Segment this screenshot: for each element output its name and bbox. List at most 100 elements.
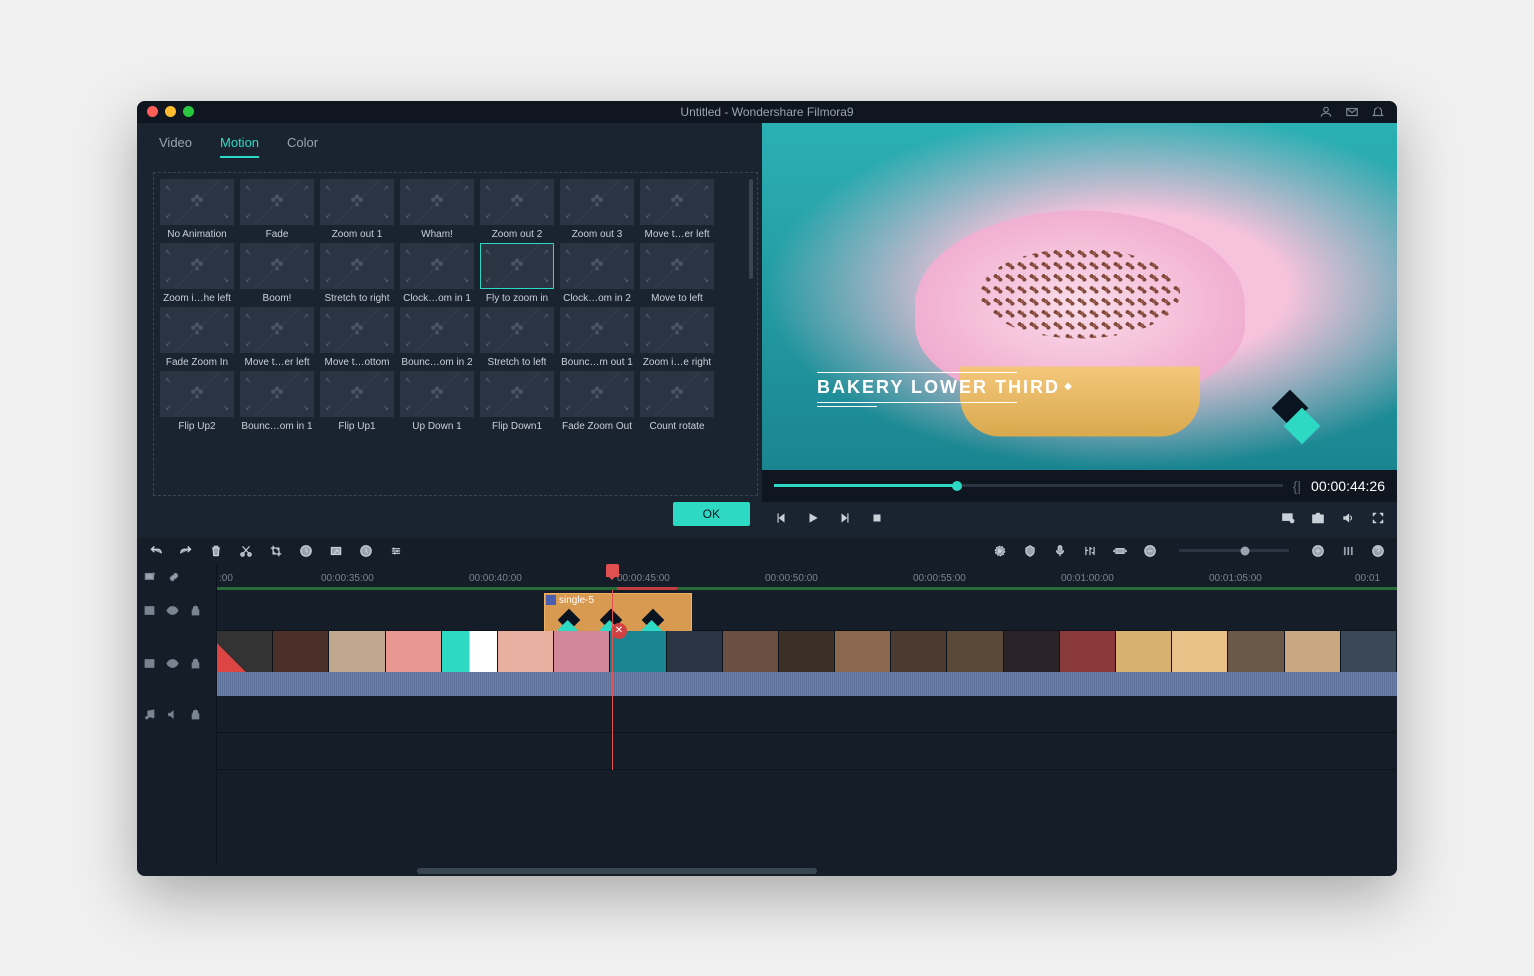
ruler-mark: :00	[219, 573, 233, 584]
title-bar: Untitled - Wondershare Filmora9	[137, 101, 1397, 123]
delete-icon[interactable]	[209, 544, 223, 558]
adjust-icon[interactable]	[389, 544, 403, 558]
preset-item[interactable]: ↖↗↙↘ Stretch to left	[478, 307, 556, 368]
audio-waveform[interactable]	[217, 672, 1397, 696]
tab-motion[interactable]: Motion	[220, 135, 259, 158]
preset-item[interactable]: ↖↗↙↘ Fly to zoom in	[478, 243, 556, 304]
zoom-slider[interactable]	[1179, 549, 1289, 552]
undo-icon[interactable]	[149, 544, 163, 558]
preset-item[interactable]: ↖↗↙↘ Zoom out 2	[478, 179, 556, 240]
notification-icon[interactable]	[1371, 105, 1385, 119]
preset-item[interactable]: ↖↗↙↘ Flip Up1	[318, 371, 396, 432]
preset-item[interactable]: ↖↗↙↘ Fade Zoom In	[158, 307, 236, 368]
speed-icon[interactable]	[299, 544, 313, 558]
video-track[interactable]: ✕	[217, 631, 1397, 696]
fullscreen-icon[interactable]	[1371, 511, 1385, 525]
maximize-button[interactable]	[183, 106, 194, 117]
preset-item[interactable]: ↖↗↙↘ Zoom out 1	[318, 179, 396, 240]
preset-label: Count rotate	[649, 421, 704, 432]
preview-viewport[interactable]: BAKERY LOWER THIRD ◆	[762, 123, 1397, 470]
preset-item[interactable]: ↖↗↙↘ Move t…er left	[238, 307, 316, 368]
stop-icon[interactable]	[870, 511, 884, 525]
cut-icon[interactable]	[239, 544, 253, 558]
close-button[interactable]	[147, 106, 158, 117]
preset-item[interactable]: ↖↗↙↘ Zoom out 3	[558, 179, 636, 240]
mixer-icon[interactable]	[1083, 544, 1097, 558]
preset-item[interactable]: ↖↗↙↘ Count rotate	[638, 371, 716, 432]
preset-item[interactable]: ↖↗↙↘ Fade Zoom Out	[558, 371, 636, 432]
zoom-out-icon[interactable]	[1143, 544, 1157, 558]
preset-item[interactable]: ↖↗↙↘ Flip Down1	[478, 371, 556, 432]
bracket-icon[interactable]: {|	[1293, 478, 1301, 494]
visibility-icon[interactable]	[166, 657, 179, 670]
preset-item[interactable]: ↖↗↙↘ Clock…om in 2	[558, 243, 636, 304]
marker-icon[interactable]	[1023, 544, 1037, 558]
lock-icon[interactable]	[189, 708, 202, 721]
preset-item[interactable]: ↖↗↙↘ Zoom i…he left	[158, 243, 236, 304]
preset-item[interactable]: ↖↗↙↘ Move to left	[638, 243, 716, 304]
preset-item[interactable]: ↖↗↙↘ Bounc…om in 1	[238, 371, 316, 432]
add-track-icon[interactable]	[143, 570, 157, 584]
mail-icon[interactable]	[1345, 105, 1359, 119]
step-backward-icon[interactable]	[774, 511, 788, 525]
preset-item[interactable]: ↖↗↙↘ Move t…ottom	[318, 307, 396, 368]
progress-bar[interactable]	[774, 484, 1283, 487]
tab-video[interactable]: Video	[159, 135, 192, 158]
video-clip[interactable]	[217, 631, 1397, 672]
zoom-in-icon[interactable]	[1311, 544, 1325, 558]
tab-color[interactable]: Color	[287, 135, 318, 158]
redo-icon[interactable]	[179, 544, 193, 558]
ripple-icon[interactable]	[1113, 544, 1127, 558]
display-settings-icon[interactable]	[1281, 511, 1295, 525]
preset-item[interactable]: ↖↗↙↘ Wham!	[398, 179, 476, 240]
voiceover-icon[interactable]	[1053, 544, 1067, 558]
step-forward-icon[interactable]	[838, 511, 852, 525]
color-icon[interactable]	[329, 544, 343, 558]
render-icon[interactable]	[993, 544, 1007, 558]
preset-label: Bounc…om in 1	[241, 421, 312, 432]
playhead[interactable]	[612, 590, 613, 770]
timeline-tracks[interactable]: :00 00:00:35:00 00:00:40:00 00:00:45:00 …	[217, 564, 1397, 866]
empty-track[interactable]	[217, 733, 1397, 770]
lock-icon[interactable]	[189, 604, 202, 617]
lower-third-text: BAKERY LOWER THIRD	[817, 376, 1060, 399]
preset-item[interactable]: ↖↗↙↘ Zoom i…e right	[638, 307, 716, 368]
delete-marker-icon[interactable]: ✕	[611, 623, 627, 639]
preset-item[interactable]: ↖↗↙↘ Move t…er left	[638, 179, 716, 240]
time-ruler[interactable]: :00 00:00:35:00 00:00:40:00 00:00:45:00 …	[217, 564, 1397, 590]
snapshot-icon[interactable]	[1311, 511, 1325, 525]
preset-label: Fade Zoom In	[166, 357, 228, 368]
preset-item[interactable]: ↖↗↙↘ Fade	[238, 179, 316, 240]
volume-icon[interactable]	[1341, 511, 1355, 525]
track-header-video	[137, 631, 216, 696]
preset-item[interactable]: ↖↗↙↘ Clock…om in 1	[398, 243, 476, 304]
play-icon[interactable]	[806, 511, 820, 525]
help-icon[interactable]	[1371, 544, 1385, 558]
minimize-button[interactable]	[165, 106, 176, 117]
preset-item[interactable]: ↖↗↙↘ Bounc…m out 1	[558, 307, 636, 368]
preset-item[interactable]: ↖↗↙↘ No Animation	[158, 179, 236, 240]
timeline-toolbar	[137, 538, 1397, 564]
preset-item[interactable]: ↖↗↙↘ Flip Up2	[158, 371, 236, 432]
duration-icon[interactable]	[359, 544, 373, 558]
scrollbar[interactable]	[749, 179, 753, 279]
preset-item[interactable]: ↖↗↙↘ Bounc…om in 2	[398, 307, 476, 368]
lower-third-graphic: BAKERY LOWER THIRD ◆	[817, 369, 1060, 410]
mute-icon[interactable]	[166, 708, 179, 721]
overlay-track[interactable]: single-5	[217, 590, 1397, 631]
preset-item[interactable]: ↖↗↙↘ Stretch to right	[318, 243, 396, 304]
preset-label: Fly to zoom in	[486, 293, 548, 304]
lock-icon[interactable]	[189, 657, 202, 670]
preset-label: Up Down 1	[412, 421, 461, 432]
preset-item[interactable]: ↖↗↙↘ Up Down 1	[398, 371, 476, 432]
audio-track[interactable]	[217, 696, 1397, 733]
visibility-icon[interactable]	[166, 604, 179, 617]
horizontal-scrollbar[interactable]	[137, 866, 1397, 876]
account-icon[interactable]	[1319, 105, 1333, 119]
link-icon[interactable]	[167, 570, 181, 584]
track-manager-icon[interactable]	[1341, 544, 1355, 558]
preset-item[interactable]: ↖↗↙↘ Boom!	[238, 243, 316, 304]
ok-button[interactable]: OK	[673, 502, 750, 526]
track-headers	[137, 564, 217, 866]
crop-icon[interactable]	[269, 544, 283, 558]
